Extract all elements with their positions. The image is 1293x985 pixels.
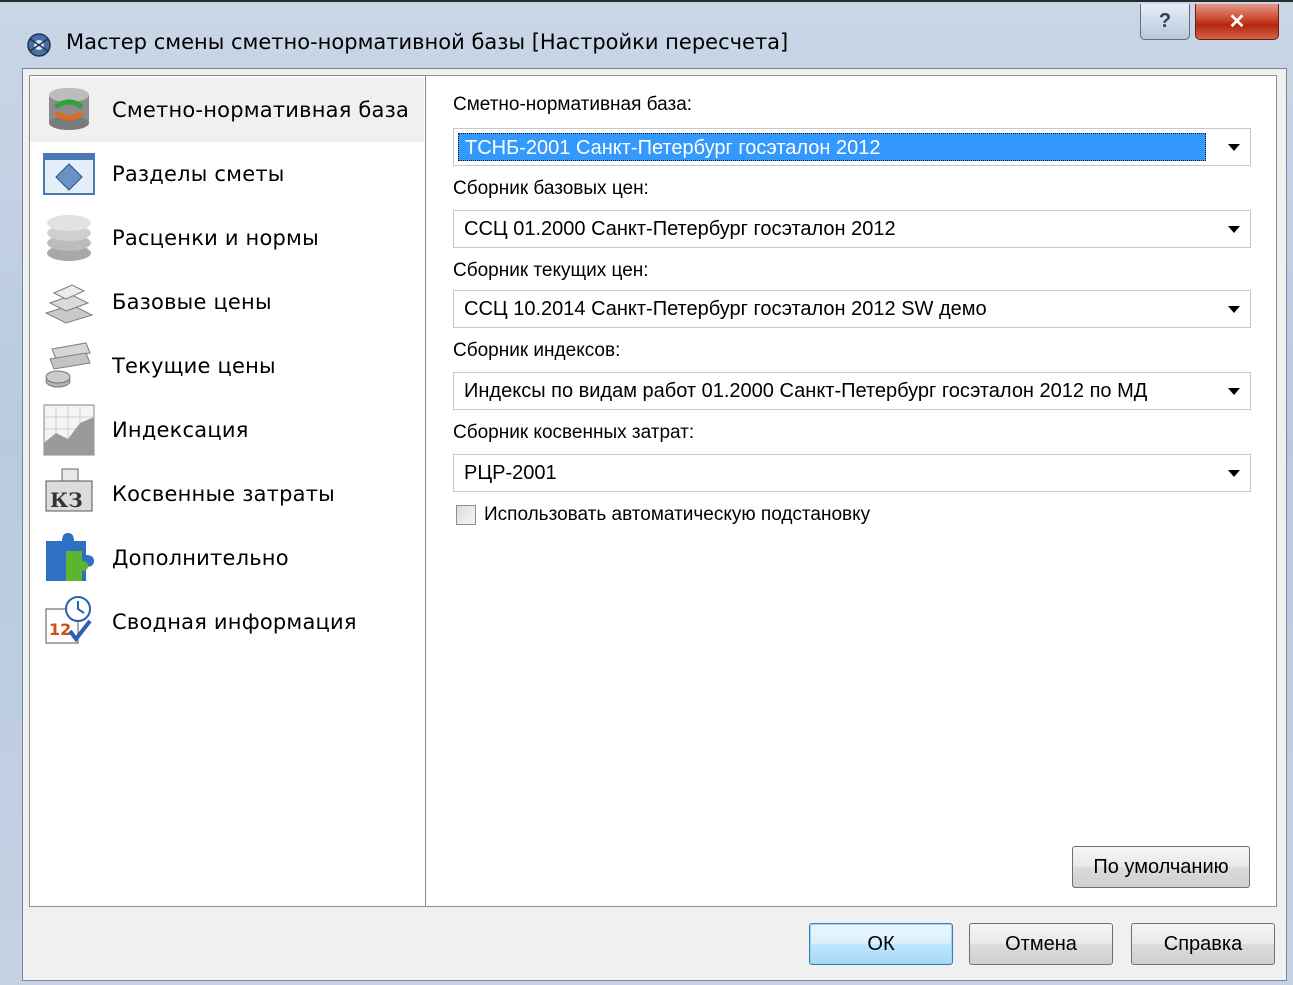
database-refresh-icon bbox=[40, 81, 98, 139]
auto-substitution-label[interactable]: Использовать автоматическую подстановку bbox=[484, 504, 870, 526]
auto-substitution-row[interactable]: Использовать автоматическую подстановку bbox=[456, 504, 870, 526]
stack-disks-icon bbox=[40, 209, 98, 267]
cancel-button[interactable]: Отмена bbox=[969, 923, 1113, 965]
nav-label: Текущие цены bbox=[112, 354, 276, 378]
base-prices-select[interactable]: ССЦ 01.2000 Санкт-Петербург госэталон 20… bbox=[453, 210, 1251, 248]
dialog-client: Сметно-нормативная база Разделы сметы Ра… bbox=[22, 68, 1287, 981]
auto-substitution-checkbox[interactable] bbox=[456, 505, 476, 525]
indexes-select[interactable]: Индексы по видам работ 01.2000 Санкт-Пет… bbox=[453, 372, 1251, 410]
puzzle-icon bbox=[40, 529, 98, 587]
nav-label: Дополнительно bbox=[112, 546, 289, 570]
chart-icon bbox=[40, 401, 98, 459]
sections-icon bbox=[40, 145, 98, 203]
ok-button[interactable]: ОК bbox=[809, 923, 953, 965]
base-prices-select-value: ССЦ 01.2000 Санкт-Петербург госэталон 20… bbox=[464, 218, 896, 240]
indexes-select-value: Индексы по видам работ 01.2000 Санкт-Пет… bbox=[464, 380, 1148, 402]
nav-item-additional[interactable]: Дополнительно bbox=[30, 526, 424, 590]
bars-icon bbox=[40, 273, 98, 331]
chevron-down-icon[interactable] bbox=[1228, 388, 1240, 395]
base-select-value: ТСНБ-2001 Санкт-Петербург госэталон 2012 bbox=[458, 133, 1206, 161]
nav-label: Сметно-нормативная база bbox=[112, 98, 410, 122]
base-prices-label: Сборник базовых цен: bbox=[453, 178, 649, 199]
nav-label: Расценки и нормы bbox=[112, 226, 319, 250]
current-prices-select-value: ССЦ 10.2014 Санкт-Петербург госэталон 20… bbox=[464, 298, 987, 320]
nav-panel: Сметно-нормативная база Разделы сметы Ра… bbox=[29, 75, 425, 907]
chevron-down-icon[interactable] bbox=[1228, 226, 1240, 233]
current-prices-label: Сборник текущих цен: bbox=[453, 260, 649, 281]
defaults-button[interactable]: По умолчанию bbox=[1072, 846, 1250, 888]
nav-item-sections[interactable]: Разделы сметы bbox=[30, 142, 424, 206]
kz-calculator-icon: КЗ bbox=[40, 465, 98, 523]
nav-label: Индексация bbox=[112, 418, 249, 442]
base-select[interactable]: ТСНБ-2001 Санкт-Петербург госэталон 2012 bbox=[453, 128, 1251, 166]
help-button[interactable]: Справка bbox=[1131, 923, 1275, 965]
calendar-clock-icon: 12 bbox=[40, 593, 98, 651]
nav-label: Сводная информация bbox=[112, 610, 357, 634]
app-icon bbox=[27, 33, 51, 57]
indirect-select-value: РЦР-2001 bbox=[464, 462, 557, 484]
nav-item-indirect-costs[interactable]: КЗ Косвенные затраты bbox=[30, 462, 424, 526]
svg-text:12: 12 bbox=[49, 620, 71, 639]
current-prices-select[interactable]: ССЦ 10.2014 Санкт-Петербург госэталон 20… bbox=[453, 290, 1251, 328]
nav-item-estimate-base[interactable]: Сметно-нормативная база bbox=[30, 78, 424, 142]
chevron-down-icon[interactable] bbox=[1228, 470, 1240, 477]
nav-label: Базовые цены bbox=[112, 290, 272, 314]
close-icon: ✕ bbox=[1228, 11, 1246, 33]
svg-text:КЗ: КЗ bbox=[50, 488, 83, 512]
nav-label: Косвенные затраты bbox=[112, 482, 335, 506]
question-icon: ? bbox=[1158, 10, 1172, 32]
dialog-window: Мастер смены сметно-нормативной базы [На… bbox=[0, 0, 1293, 985]
window-title: Мастер смены сметно-нормативной базы [На… bbox=[66, 30, 789, 54]
indexes-label: Сборник индексов: bbox=[453, 340, 621, 361]
nav-item-base-prices[interactable]: Базовые цены bbox=[30, 270, 424, 334]
nav-label: Разделы сметы bbox=[112, 162, 285, 186]
title-bar[interactable]: Мастер смены сметно-нормативной базы [На… bbox=[0, 2, 1293, 66]
coins-icon bbox=[40, 337, 98, 395]
close-button[interactable]: ✕ bbox=[1195, 4, 1279, 40]
chevron-down-icon[interactable] bbox=[1228, 144, 1240, 151]
nav-item-summary[interactable]: 12 Сводная информация bbox=[30, 590, 424, 654]
indirect-label: Сборник косвенных затрат: bbox=[453, 422, 695, 443]
settings-panel: Сметно-нормативная база: ТСНБ-2001 Санкт… bbox=[425, 75, 1277, 907]
nav-item-indexation[interactable]: Индексация bbox=[30, 398, 424, 462]
base-label: Сметно-нормативная база: bbox=[453, 94, 693, 115]
nav-item-rates[interactable]: Расценки и нормы bbox=[30, 206, 424, 270]
nav-item-current-prices[interactable]: Текущие цены bbox=[30, 334, 424, 398]
indirect-select[interactable]: РЦР-2001 bbox=[453, 454, 1251, 492]
chevron-down-icon[interactable] bbox=[1228, 306, 1240, 313]
help-title-button[interactable]: ? bbox=[1140, 4, 1190, 40]
